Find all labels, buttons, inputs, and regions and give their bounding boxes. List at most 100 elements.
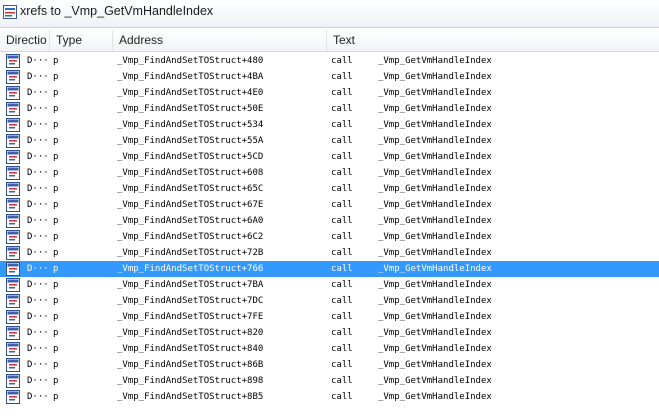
cell-target: _Vmp_GetVmHandleIndex — [378, 136, 492, 146]
column-header-type[interactable]: Type — [50, 30, 113, 51]
table-row[interactable]: D··· p _Vmp_FindAndSetTOStruct+534 call _Vmp… — [0, 117, 659, 133]
cell-op: call — [331, 360, 353, 370]
cell-type: p — [53, 376, 59, 386]
table-row[interactable]: D··· p _Vmp_FindAndSetTOStruct+898 call _Vmp… — [0, 373, 659, 389]
table-row[interactable]: D··· p _Vmp_FindAndSetTOStruct+7BA call _Vmp… — [0, 277, 659, 293]
table-row[interactable]: D··· p _Vmp_FindAndSetTOStruct+6A0 call _Vmp… — [0, 213, 659, 229]
cell-type: p — [53, 184, 59, 194]
cell-direction: D··· — [27, 376, 49, 386]
cell-target: _Vmp_GetVmHandleIndex — [378, 248, 492, 258]
column-header-text[interactable]: Text — [327, 30, 659, 51]
cell-target: _Vmp_GetVmHandleIndex — [378, 312, 492, 322]
table-row[interactable]: D··· p _Vmp_FindAndSetTOStruct+4BA call _Vmp… — [0, 69, 659, 85]
xref-row-icon — [6, 262, 20, 276]
cell-direction: D··· — [27, 264, 49, 274]
table-row[interactable]: D··· p _Vmp_FindAndSetTOStruct+8B5 call _Vmp… — [0, 389, 659, 405]
table-row[interactable]: D··· p _Vmp_FindAndSetTOStruct+67E call _Vmp… — [0, 197, 659, 213]
cell-address: _Vmp_FindAndSetTOStruct+7BA — [117, 280, 264, 290]
table-row[interactable]: D··· p _Vmp_FindAndSetTOStruct+480 call _Vmp… — [0, 53, 659, 69]
cell-address: _Vmp_FindAndSetTOStruct+5CD — [117, 152, 264, 162]
cell-op: call — [331, 136, 353, 146]
cell-type: p — [53, 264, 59, 274]
cell-address: _Vmp_FindAndSetTOStruct+480 — [117, 56, 264, 66]
cell-op: call — [331, 376, 353, 386]
xref-row-icon — [6, 182, 20, 196]
table-row[interactable]: D··· p _Vmp_FindAndSetTOStruct+4E0 call _Vmp… — [0, 85, 659, 101]
table-row[interactable]: D··· p _Vmp_FindAndSetTOStruct+5CD call _Vmp… — [0, 149, 659, 165]
cell-op: call — [331, 392, 353, 402]
xref-row-icon — [6, 134, 20, 148]
cell-address: _Vmp_FindAndSetTOStruct+534 — [117, 120, 264, 130]
cell-type: p — [53, 216, 59, 226]
xref-row-icon — [6, 150, 20, 164]
cell-op: call — [331, 56, 353, 66]
cell-op: call — [331, 120, 353, 130]
cell-direction: D··· — [27, 280, 49, 290]
table-row[interactable]: D··· p _Vmp_FindAndSetTOStruct+608 call _Vmp… — [0, 165, 659, 181]
cell-address: _Vmp_FindAndSetTOStruct+6C2 — [117, 232, 264, 242]
cell-direction: D··· — [27, 328, 49, 338]
xref-row-icon — [6, 70, 20, 84]
window-title: xrefs to _Vmp_GetVmHandleIndex — [20, 4, 214, 18]
cell-op: call — [331, 344, 353, 354]
cell-type: p — [53, 56, 59, 66]
cell-op: call — [331, 280, 353, 290]
table-row[interactable]: D··· p _Vmp_FindAndSetTOStruct+72B call _Vmp… — [0, 245, 659, 261]
cell-target: _Vmp_GetVmHandleIndex — [378, 296, 492, 306]
xref-window-icon — [3, 5, 17, 19]
table-row[interactable]: D··· p _Vmp_FindAndSetTOStruct+7FE call _Vmp… — [0, 309, 659, 325]
xref-row-icon — [6, 118, 20, 132]
cell-target: _Vmp_GetVmHandleIndex — [378, 216, 492, 226]
cell-address: _Vmp_FindAndSetTOStruct+7DC — [117, 296, 264, 306]
cell-address: _Vmp_FindAndSetTOStruct+50E — [117, 104, 264, 114]
cell-address: _Vmp_FindAndSetTOStruct+898 — [117, 376, 264, 386]
cell-target: _Vmp_GetVmHandleIndex — [378, 56, 492, 66]
cell-target: _Vmp_GetVmHandleIndex — [378, 120, 492, 130]
column-header-direction[interactable]: Directio — [0, 30, 50, 51]
cell-target: _Vmp_GetVmHandleIndex — [378, 152, 492, 162]
cell-direction: D··· — [27, 216, 49, 226]
cell-target: _Vmp_GetVmHandleIndex — [378, 232, 492, 242]
table-row[interactable]: D··· p _Vmp_FindAndSetTOStruct+6C2 call _Vmp… — [0, 229, 659, 245]
cell-type: p — [53, 168, 59, 178]
cell-address: _Vmp_FindAndSetTOStruct+7FE — [117, 312, 264, 322]
cell-op: call — [331, 328, 353, 338]
cell-direction: D··· — [27, 88, 49, 98]
cell-address: _Vmp_FindAndSetTOStruct+4E0 — [117, 88, 264, 98]
cell-direction: D··· — [27, 120, 49, 130]
cell-target: _Vmp_GetVmHandleIndex — [378, 264, 492, 274]
xref-row-icon — [6, 358, 20, 372]
cell-address: _Vmp_FindAndSetTOStruct+67E — [117, 200, 264, 210]
table-row[interactable]: D··· p _Vmp_FindAndSetTOStruct+86B call _Vmp… — [0, 357, 659, 373]
cell-type: p — [53, 328, 59, 338]
title-bar[interactable]: xrefs to _Vmp_GetVmHandleIndex — [0, 0, 659, 28]
cell-address: _Vmp_FindAndSetTOStruct+55A — [117, 136, 264, 146]
xref-row-icon — [6, 294, 20, 308]
cell-type: p — [53, 232, 59, 242]
table-row[interactable]: D··· p _Vmp_FindAndSetTOStruct+55A call _Vmp… — [0, 133, 659, 149]
cell-direction: D··· — [27, 72, 49, 82]
table-row[interactable]: D··· p _Vmp_FindAndSetTOStruct+820 call _Vmp… — [0, 325, 659, 341]
cell-type: p — [53, 104, 59, 114]
cell-address: _Vmp_FindAndSetTOStruct+840 — [117, 344, 264, 354]
cell-target: _Vmp_GetVmHandleIndex — [378, 392, 492, 402]
cell-target: _Vmp_GetVmHandleIndex — [378, 104, 492, 114]
cell-address: _Vmp_FindAndSetTOStruct+65C — [117, 184, 264, 194]
cell-type: p — [53, 312, 59, 322]
cell-address: _Vmp_FindAndSetTOStruct+4BA — [117, 72, 264, 82]
table-row[interactable]: D··· p _Vmp_FindAndSetTOStruct+50E call _Vmp… — [0, 101, 659, 117]
table-row[interactable]: D··· p _Vmp_FindAndSetTOStruct+7DC call _Vmp… — [0, 293, 659, 309]
cell-direction: D··· — [27, 344, 49, 354]
table-row[interactable]: D··· p _Vmp_FindAndSetTOStruct+840 call _Vmp… — [0, 341, 659, 357]
cell-address: _Vmp_FindAndSetTOStruct+608 — [117, 168, 264, 178]
cell-direction: D··· — [27, 232, 49, 242]
table-row[interactable]: D··· p _Vmp_FindAndSetTOStruct+65C call _Vmp… — [0, 181, 659, 197]
table-row[interactable]: D··· p _Vmp_FindAndSetTOStruct+766 call _Vmp… — [0, 261, 659, 277]
cell-address: _Vmp_FindAndSetTOStruct+766 — [117, 264, 264, 274]
xref-row-icon — [6, 86, 20, 100]
cell-target: _Vmp_GetVmHandleIndex — [378, 360, 492, 370]
column-header-address[interactable]: Address — [113, 30, 327, 51]
cell-target: _Vmp_GetVmHandleIndex — [378, 168, 492, 178]
xref-row-icon — [6, 278, 20, 292]
xref-row-icon — [6, 102, 20, 116]
